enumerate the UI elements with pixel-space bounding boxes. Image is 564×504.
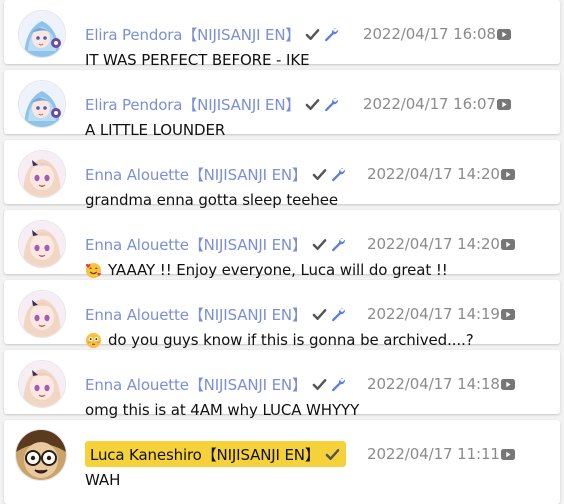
wrench-icon [325, 28, 339, 42]
chat-message: Enna Alouette【NIJISANJI EN】 2022/04/17 1… [4, 350, 560, 419]
author-name[interactable]: Enna Alouette【NIJISANJI EN】 [85, 234, 307, 255]
message-text: YAAAY !! Enjoy everyone, Luca will do gr… [85, 261, 448, 279]
chat-message: Enna Alouette【NIJISANJI EN】 2022/04/17 1… [4, 140, 560, 209]
check-icon [305, 98, 320, 110]
message-text: A LITTLE LOUNDER [85, 121, 226, 139]
check-icon [312, 238, 327, 250]
chat-message: Enna Alouette【NIJISANJI EN】 2022/04/17 1… [4, 280, 560, 349]
flushed-face-emoji [85, 332, 102, 348]
message-header: Enna Alouette【NIJISANJI EN】 [85, 163, 346, 185]
elira-avatar-icon [19, 11, 65, 57]
message-timestamp: 2022/04/17 16:07 [363, 95, 496, 113]
author-name[interactable]: Enna Alouette【NIJISANJI EN】 [85, 374, 307, 395]
avatar-enna[interactable] [18, 220, 66, 268]
chat-message: Elira Pendora【NIJISANJI EN】 2022/04/17 1… [4, 0, 560, 69]
avatar-elira[interactable] [18, 80, 66, 128]
wrench-icon [331, 308, 345, 322]
message-header: Enna Alouette【NIJISANJI EN】 [85, 233, 346, 255]
chat-message: Elira Pendora【NIJISANJI EN】 2022/04/17 1… [4, 70, 560, 139]
message-text: do you guys know if this is gonna be arc… [85, 331, 474, 349]
author-name[interactable]: Enna Alouette【NIJISANJI EN】 [85, 304, 307, 325]
wrench-icon [331, 238, 345, 252]
message-text: grandma enna gotta sleep teehee [85, 191, 339, 209]
message-timestamp: 2022/04/17 14:20 [367, 165, 500, 183]
wrench-icon [331, 378, 345, 392]
message-header-owner: Luca Kaneshiro【NIJISANJI EN】 [85, 441, 346, 467]
message-header: Elira Pendora【NIJISANJI EN】 [85, 23, 339, 45]
avatar-enna[interactable] [18, 290, 66, 338]
message-text: IT WAS PERFECT BEFORE - IKE [85, 51, 310, 69]
wrench-icon [325, 98, 339, 112]
youtube-icon[interactable] [501, 379, 515, 390]
message-timestamp: 2022/04/17 14:19 [367, 305, 500, 323]
youtube-icon[interactable] [497, 99, 511, 110]
check-icon [312, 308, 327, 320]
luca-avatar-icon [16, 430, 66, 480]
message-header: Enna Alouette【NIJISANJI EN】 [85, 303, 346, 325]
check-icon [312, 378, 327, 390]
youtube-icon[interactable] [501, 169, 515, 180]
message-timestamp: 2022/04/17 14:20 [367, 235, 500, 253]
message-timestamp: 2022/04/17 11:11 [367, 445, 500, 463]
youtube-icon[interactable] [501, 309, 515, 320]
check-icon [325, 448, 340, 460]
author-name[interactable]: Luca Kaneshiro【NIJISANJI EN】 [90, 444, 320, 465]
avatar-enna[interactable] [18, 150, 66, 198]
author-name[interactable]: Elira Pendora【NIJISANJI EN】 [85, 24, 300, 45]
chat-message: Enna Alouette【NIJISANJI EN】 2022/04/17 1… [4, 210, 560, 279]
enna-avatar-icon [19, 291, 65, 337]
youtube-icon[interactable] [497, 29, 511, 40]
enna-avatar-icon [19, 361, 65, 407]
chat-message-list: Elira Pendora【NIJISANJI EN】 2022/04/17 1… [0, 0, 564, 504]
enna-avatar-icon [19, 221, 65, 267]
elira-avatar-icon [19, 81, 65, 127]
avatar-enna[interactable] [18, 360, 66, 408]
youtube-icon[interactable] [501, 449, 515, 460]
author-name[interactable]: Elira Pendora【NIJISANJI EN】 [85, 94, 300, 115]
message-timestamp: 2022/04/17 14:18 [367, 375, 500, 393]
message-timestamp: 2022/04/17 16:08 [363, 25, 496, 43]
avatar-luca[interactable] [15, 429, 67, 481]
avatar-elira[interactable] [18, 10, 66, 58]
message-text: WAH [85, 471, 121, 489]
check-icon [305, 28, 320, 40]
chat-message-owner: Luca Kaneshiro【NIJISANJI EN】 2022/04/17 … [4, 420, 560, 504]
enna-avatar-icon [19, 151, 65, 197]
author-name[interactable]: Enna Alouette【NIJISANJI EN】 [85, 164, 307, 185]
check-icon [312, 168, 327, 180]
message-header: Elira Pendora【NIJISANJI EN】 [85, 93, 339, 115]
message-text: omg this is at 4AM why LUCA WHYYY [85, 401, 360, 419]
message-header: Enna Alouette【NIJISANJI EN】 [85, 373, 346, 395]
youtube-icon[interactable] [501, 239, 515, 250]
smiling-face-with-hearts-emoji [85, 262, 102, 278]
wrench-icon [331, 168, 345, 182]
